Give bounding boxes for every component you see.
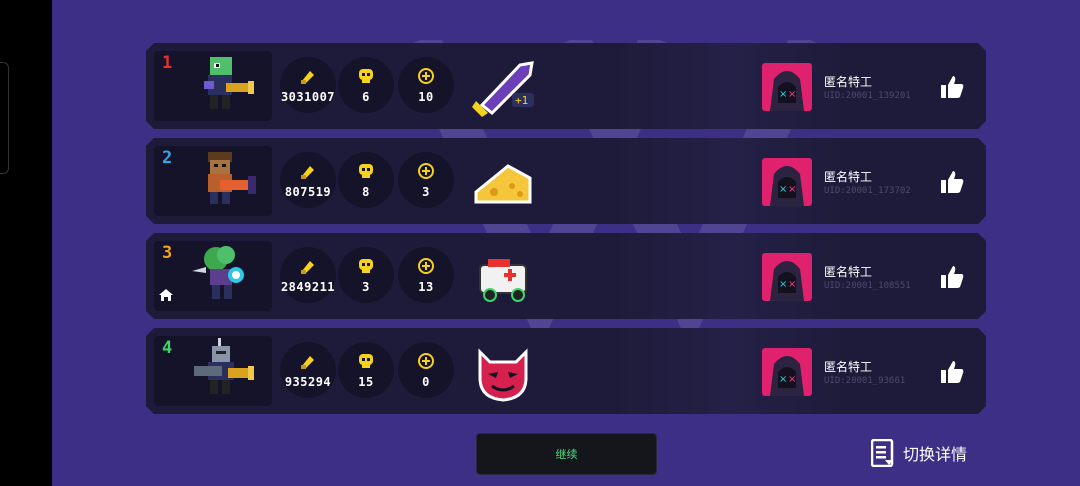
hero-sprite-icon (208, 152, 256, 204)
coin-icon (418, 68, 434, 84)
ammo-stat: 3031007 (280, 57, 336, 113)
hero-sprite-icon (194, 338, 254, 394)
home-icon (159, 289, 173, 301)
thumbs-up-icon[interactable] (938, 358, 966, 386)
skull-icon (359, 354, 373, 368)
coins-stat: 10 (398, 57, 454, 113)
bullet-icon (301, 71, 314, 84)
details-icon (871, 439, 894, 467)
devil-mask-icon (478, 348, 528, 402)
kills-stat: 3 (338, 247, 394, 303)
player-uid: UID:20001_139201 (824, 91, 911, 101)
coins-value: 10 (418, 90, 434, 104)
hooded-agent-icon: × × (770, 166, 804, 206)
svg-text:×: × (788, 184, 796, 195)
coins-stat: 3 (398, 152, 454, 208)
svg-text:×: × (779, 89, 787, 100)
svg-text:×: × (788, 374, 796, 385)
avatar[interactable]: × × (762, 253, 812, 301)
player-uid: UID:20001_173702 (824, 186, 911, 196)
svg-text:×: × (779, 184, 787, 195)
avatar[interactable]: × × (762, 348, 812, 396)
bullet-icon (301, 166, 314, 179)
bullet-icon (301, 356, 314, 369)
player-row-4: 4 935294 15 0 × × 匿名特工 UID:20001_93661 (146, 328, 986, 414)
coin-icon (418, 258, 434, 274)
hooded-agent-icon: × × (770, 261, 804, 301)
player-name: 匿名特工 (824, 360, 873, 374)
rank-number: 1 (162, 53, 173, 73)
player-uid: UID:20001_93661 (824, 376, 906, 386)
bullet-icon (301, 261, 314, 274)
skull-icon (359, 69, 373, 83)
coins-value: 0 (422, 375, 430, 389)
kills-stat: 15 (338, 342, 394, 398)
avatar[interactable]: × × (762, 158, 812, 206)
ammo-stat: 935294 (280, 342, 336, 398)
ambulance-icon (479, 259, 527, 302)
left-bar (0, 0, 52, 486)
coin-icon (418, 353, 434, 369)
hero-sprite-icon (204, 57, 254, 109)
ammo-stat: 2849211 (280, 247, 336, 303)
svg-text:×: × (788, 279, 796, 290)
kills-stat: 6 (338, 57, 394, 113)
thumbs-up-icon[interactable] (938, 263, 966, 291)
svg-text:×: × (788, 89, 796, 100)
kills-stat: 8 (338, 152, 394, 208)
avatar[interactable]: × × (762, 63, 812, 111)
skull-icon (359, 164, 373, 178)
continue-button[interactable]: 继续 (476, 433, 657, 475)
thumbs-up-icon[interactable] (938, 168, 966, 196)
ammo-stat: 807519 (280, 152, 336, 208)
player-name: 匿名特工 (824, 75, 873, 89)
hooded-agent-icon: × × (770, 356, 804, 396)
coins-stat: 13 (398, 247, 454, 303)
switch-details-button[interactable]: 切换详情 (871, 438, 967, 468)
switch-details-label: 切换详情 (903, 445, 968, 464)
player-row-1: 1 3031007 6 10 +1 × × 匿名特工 UID:20001_1392… (146, 43, 986, 129)
svg-text:+1: +1 (515, 94, 528, 107)
coins-value: 3 (422, 185, 430, 199)
coins-value: 13 (418, 280, 434, 294)
player-row-2: 2 807519 8 3 × × 匿名特工 UID:20001_173702 (146, 138, 986, 224)
cheese-icon (474, 164, 532, 204)
skull-icon (359, 259, 373, 273)
coins-stat: 0 (398, 342, 454, 398)
thumbs-up-icon[interactable] (938, 73, 966, 101)
shark-missile-icon: +1 (472, 61, 534, 117)
coin-icon (418, 163, 434, 179)
player-uid: UID:20001_108551 (824, 281, 911, 291)
side-notch (0, 62, 9, 174)
player-name: 匿名特工 (824, 170, 873, 184)
player-name: 匿名特工 (824, 265, 873, 279)
rank-number: 3 (162, 243, 173, 263)
hero-sprite-icon (192, 246, 244, 299)
svg-text:×: × (779, 279, 787, 290)
hooded-agent-icon: × × (770, 71, 804, 111)
player-row-3: 3 2849211 3 13 × × 匿名特工 UID:20001_108551 (146, 233, 986, 319)
rank-number: 2 (162, 148, 173, 168)
rank-number: 4 (162, 338, 173, 358)
svg-text:×: × (779, 374, 787, 385)
